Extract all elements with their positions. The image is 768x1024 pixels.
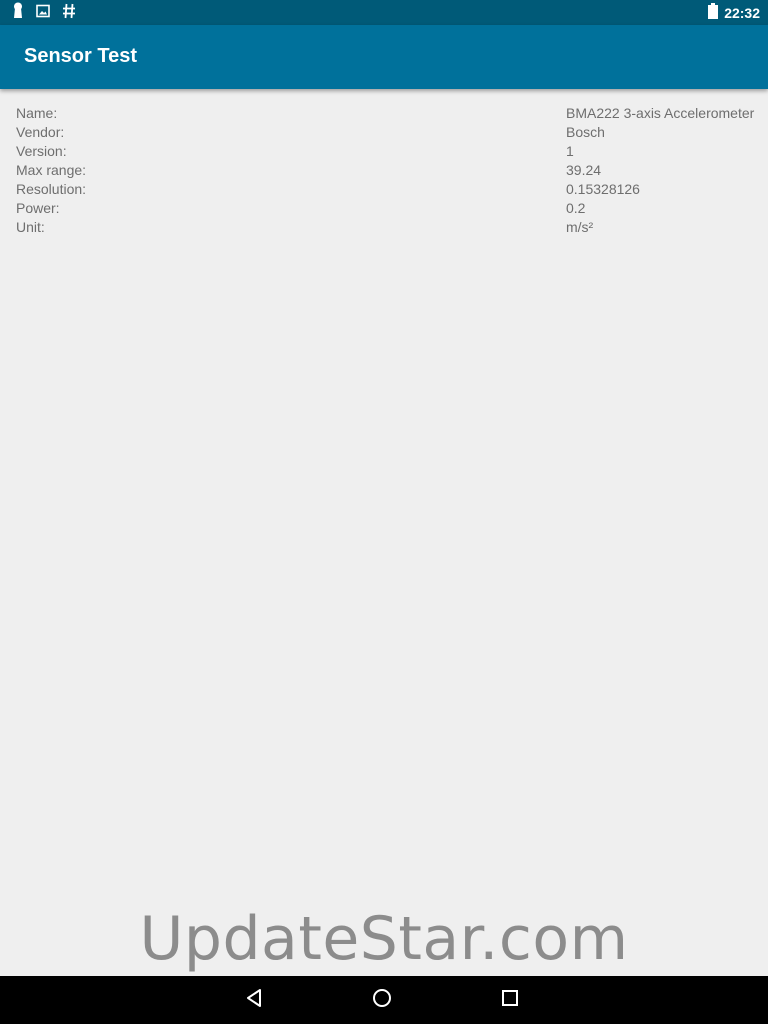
status-clock: 22:32 [724,5,760,21]
status-left-icons [12,2,76,25]
hashtag-icon [62,3,76,24]
info-label: Name: [16,105,58,121]
info-value: 1 [566,143,574,159]
info-label: Max range: [16,162,87,178]
info-value: m/s² [566,219,594,235]
info-value: 0.15328126 [566,181,640,197]
info-label: Vendor: [16,124,65,140]
home-icon [372,988,392,1013]
info-row-unit: Unit: m/s² [0,219,768,238]
info-row-power: Power: 0.2 [0,200,768,219]
status-bar: 22:32 [0,0,768,25]
info-label: Unit: [16,219,45,235]
info-value: 0.2 [566,200,586,216]
info-row-resolution: Resolution: 0.15328126 [0,181,768,200]
image-icon [36,4,50,23]
recents-icon [501,989,519,1012]
info-row-version: Version: 1 [0,143,768,162]
back-icon [244,988,264,1013]
navigation-bar [0,976,768,1024]
recents-button[interactable] [498,988,522,1012]
battery-icon [708,2,719,24]
info-value: BMA222 3-axis Accelerometer [566,105,755,121]
status-right-area: 22:32 [708,2,760,24]
info-label: Resolution: [16,181,87,197]
info-row-vendor: Vendor: Bosch [0,124,768,143]
info-row-name: Name: BMA222 3-axis Accelerometer [0,105,768,124]
keyhole-icon [12,2,24,25]
watermark: UpdateStar.com [139,904,629,974]
home-button[interactable] [370,988,394,1012]
sensor-info-list: Name: BMA222 3-axis Accelerometer Vendor… [0,105,768,238]
app-bar: Sensor Test [0,25,768,89]
app-title: Sensor Test [24,45,137,67]
info-value: 39.24 [566,162,602,178]
back-button[interactable] [242,988,266,1012]
info-value: Bosch [566,124,605,140]
info-label: Version: [16,143,67,159]
info-label: Power: [16,200,60,216]
info-row-max-range: Max range: 39.24 [0,162,768,181]
